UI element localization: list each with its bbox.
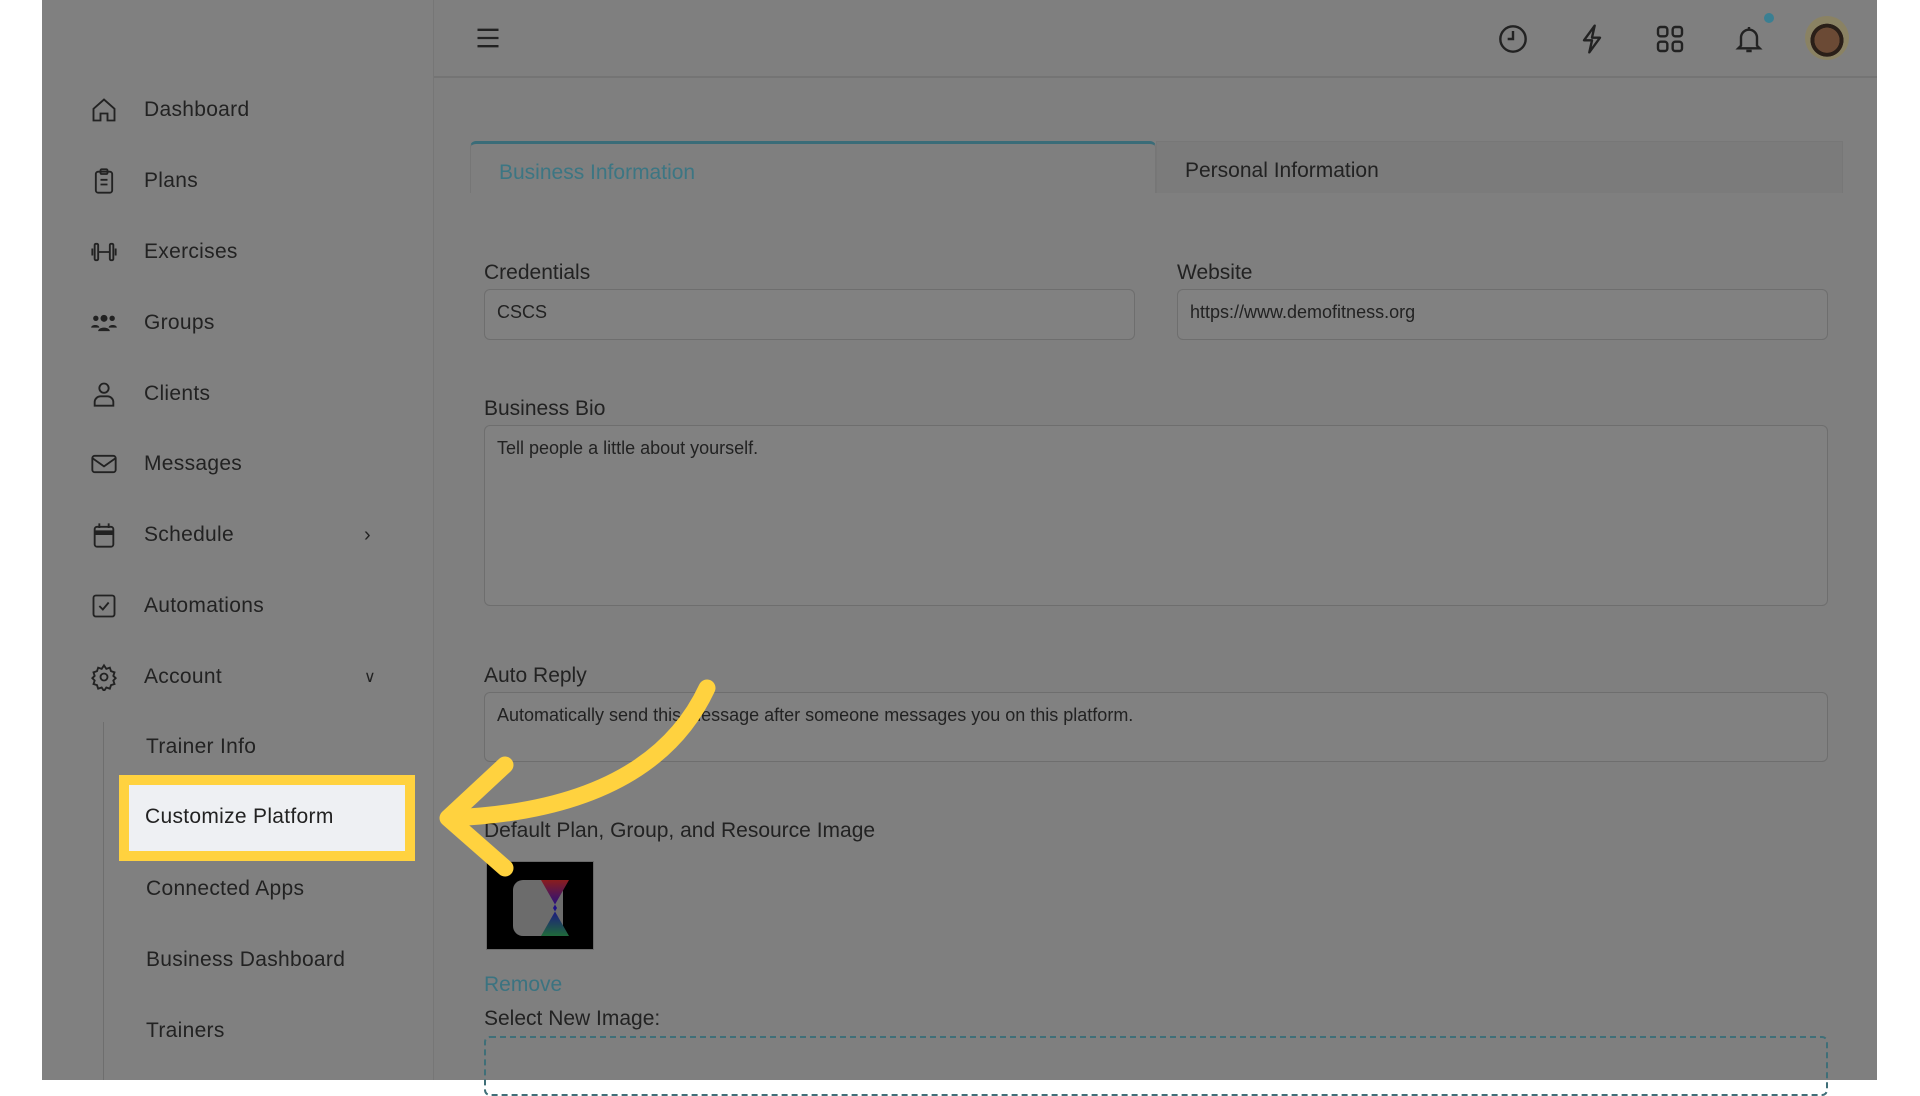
dumbbell-icon <box>90 238 118 266</box>
submenu-divider <box>103 722 104 1080</box>
business-bio-textarea[interactable]: Tell people a little about yourself. <box>484 425 1828 606</box>
sidebar-subitem-trainers[interactable]: Trainers <box>146 1019 225 1043</box>
sidebar-item-account[interactable]: Account ∨ <box>42 657 434 697</box>
image-dropzone[interactable] <box>484 1036 1828 1096</box>
calendar-icon <box>90 521 118 549</box>
sidebar-subitem-connected-apps[interactable]: Connected Apps <box>146 877 304 901</box>
website-label: Website <box>1177 261 1253 284</box>
chevron-down-icon[interactable]: ∨ <box>364 667 376 687</box>
tab-business-information[interactable]: Business Information <box>470 141 1156 193</box>
sidebar-item-groups[interactable]: Groups <box>42 303 434 343</box>
bolt-icon[interactable] <box>1576 23 1608 55</box>
default-image-thumbnail <box>486 861 594 950</box>
sidebar-item-automations[interactable]: Automations <box>42 586 434 626</box>
chevron-right-icon[interactable]: › <box>364 524 371 547</box>
sidebar-item-schedule[interactable]: Schedule › <box>42 515 434 555</box>
sidebar-item-messages[interactable]: Messages <box>42 444 434 484</box>
credentials-input[interactable]: CSCS <box>484 289 1135 340</box>
gear-icon <box>90 663 118 691</box>
select-image-label: Select New Image: <box>484 1007 661 1030</box>
business-bio-label: Business Bio <box>484 397 606 420</box>
sidebar-item-dashboard[interactable]: Dashboard <box>42 90 434 130</box>
sidebar-subitem-trainer-info[interactable]: Trainer Info <box>146 735 256 759</box>
auto-reply-label: Auto Reply <box>484 664 587 687</box>
users-icon <box>90 309 118 337</box>
user-icon <box>90 380 118 408</box>
grid-icon[interactable] <box>1654 23 1686 55</box>
notification-dot <box>1764 13 1774 23</box>
website-input[interactable]: https://www.demofitness.org <box>1177 289 1828 340</box>
app: Dashboard Plans Exercises Groups Clients… <box>42 0 1877 1096</box>
sidebar-subitem-customize-platform[interactable]: Customize Platform <box>119 775 415 861</box>
auto-reply-textarea[interactable]: Automatically send this message after so… <box>484 692 1828 762</box>
default-image-label: Default Plan, Group, and Resource Image <box>484 819 876 842</box>
clock-icon[interactable] <box>1497 23 1529 55</box>
sidebar-item-plans[interactable]: Plans <box>42 161 434 201</box>
avatar[interactable] <box>1805 16 1849 60</box>
sidebar-item-clients[interactable]: Clients <box>42 374 434 414</box>
bell-icon[interactable] <box>1733 23 1765 55</box>
menu-icon[interactable] <box>474 24 502 57</box>
checkbox-icon <box>90 592 118 620</box>
sidebar-item-exercises[interactable]: Exercises <box>42 232 434 272</box>
clipboard-icon <box>90 167 118 195</box>
sidebar-subitem-business-dashboard[interactable]: Business Dashboard <box>146 948 345 972</box>
home-icon <box>90 96 118 124</box>
mail-icon <box>90 450 118 478</box>
credentials-label: Credentials <box>484 261 591 284</box>
remove-image-link[interactable]: Remove <box>484 973 562 997</box>
brand-logo-icon <box>513 880 569 936</box>
sidebar: Dashboard Plans Exercises Groups Clients… <box>42 0 434 1080</box>
tab-personal-information[interactable]: Personal Information <box>1156 141 1843 193</box>
